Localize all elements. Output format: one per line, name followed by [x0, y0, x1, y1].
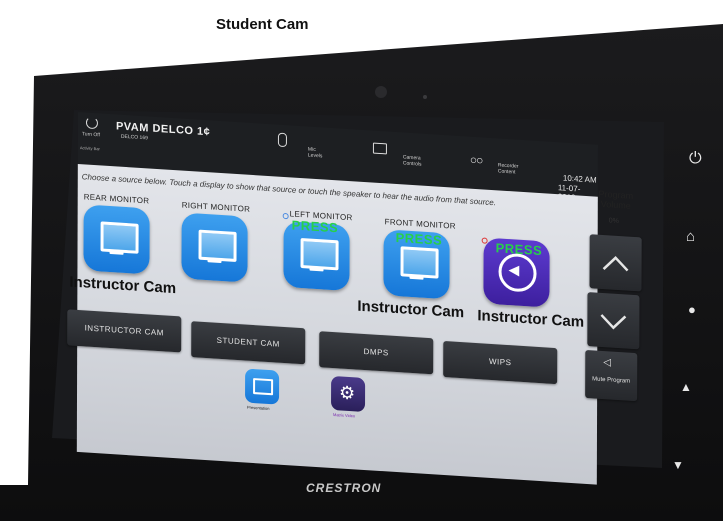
- press-indicator: PRESS: [395, 229, 443, 248]
- hardware-down-icon[interactable]: ▼: [672, 458, 684, 472]
- front-monitor-label: FRONT MONITOR: [384, 217, 456, 231]
- mute-program-button[interactable]: ◁ Mute Program: [585, 349, 638, 402]
- matrix-video-label: Matrix Video: [332, 412, 356, 419]
- camera-icon[interactable]: [372, 142, 387, 155]
- right-monitor-label: RIGHT MONITOR: [181, 200, 251, 214]
- rear-monitor-button[interactable]: [83, 204, 150, 275]
- source-button-wips[interactable]: WIPS: [443, 340, 558, 385]
- source-button-instructor-cam[interactable]: INSTRUCTOR CAM: [67, 309, 182, 353]
- right-monitor-button[interactable]: [181, 212, 248, 283]
- camera-controls-label: Camera Controls: [402, 154, 422, 168]
- volume-down-button[interactable]: [587, 292, 640, 350]
- rear-monitor-source: Instructor Cam: [69, 273, 177, 298]
- speaker-button[interactable]: ◀ PRESS: [483, 237, 550, 308]
- rear-monitor-label: REAR MONITOR: [83, 192, 150, 206]
- touch-screen: Turn Off PVAM DELCO 1¢ DELCO 169 Activit…: [67, 112, 642, 485]
- power-icon[interactable]: [85, 116, 98, 130]
- presentation-button[interactable]: [245, 368, 280, 405]
- status-dot: [282, 212, 289, 220]
- speaker-source: Instructor Cam: [477, 307, 585, 331]
- left-monitor-button[interactable]: PRESS: [283, 217, 350, 292]
- presentation-label: Presentation: [246, 404, 270, 412]
- hardware-light-icon[interactable]: ●: [688, 302, 696, 317]
- hardware-power-icon[interactable]: ⏻: [689, 150, 702, 168]
- press-indicator: PRESS: [291, 217, 339, 236]
- activity-bar-label: Activity Bar: [79, 145, 100, 152]
- volume-percent: 0%: [608, 217, 619, 226]
- hardware-home-icon[interactable]: ⌂: [686, 228, 695, 245]
- crestron-logo: CRESTRON: [306, 481, 382, 495]
- press-indicator: PRESS: [495, 240, 543, 259]
- front-monitor-button[interactable]: PRESS: [383, 229, 450, 300]
- monitor-icon: [253, 378, 274, 396]
- program-volume-title: Program Volume: [598, 188, 634, 211]
- mute-program-label: Mute Program: [592, 376, 631, 385]
- source-button-dmps[interactable]: DMPS: [319, 331, 434, 375]
- recorder-content-label: Recorder Content: [497, 162, 519, 176]
- monitor-icon: [400, 246, 439, 279]
- chevron-up-icon: [602, 256, 629, 272]
- volume-up-button[interactable]: [589, 234, 642, 292]
- gear-icon: ⚙: [339, 382, 356, 404]
- front-monitor-source: Instructor Cam: [357, 297, 465, 322]
- turn-off-label: Turn Off: [81, 131, 100, 139]
- room-subtitle: DELCO 169: [120, 133, 148, 142]
- monitor-icon: [100, 221, 139, 254]
- hardware-up-icon[interactable]: ▲: [680, 380, 692, 394]
- main-panel: Choose a source below. Touch a display t…: [67, 163, 642, 485]
- monitor-icon: [300, 238, 339, 271]
- recorder-icon[interactable]: ○○: [470, 153, 483, 168]
- monitor-icon: [198, 229, 237, 262]
- source-button-student-cam[interactable]: STUDENT CAM: [191, 321, 306, 365]
- microphone-icon[interactable]: [277, 132, 287, 148]
- matrix-video-button[interactable]: ⚙: [331, 375, 366, 413]
- speaker-mute-icon: ◁: [603, 357, 611, 369]
- chevron-down-icon: [600, 314, 627, 330]
- mic-levels-label: Mic Levels: [307, 146, 323, 160]
